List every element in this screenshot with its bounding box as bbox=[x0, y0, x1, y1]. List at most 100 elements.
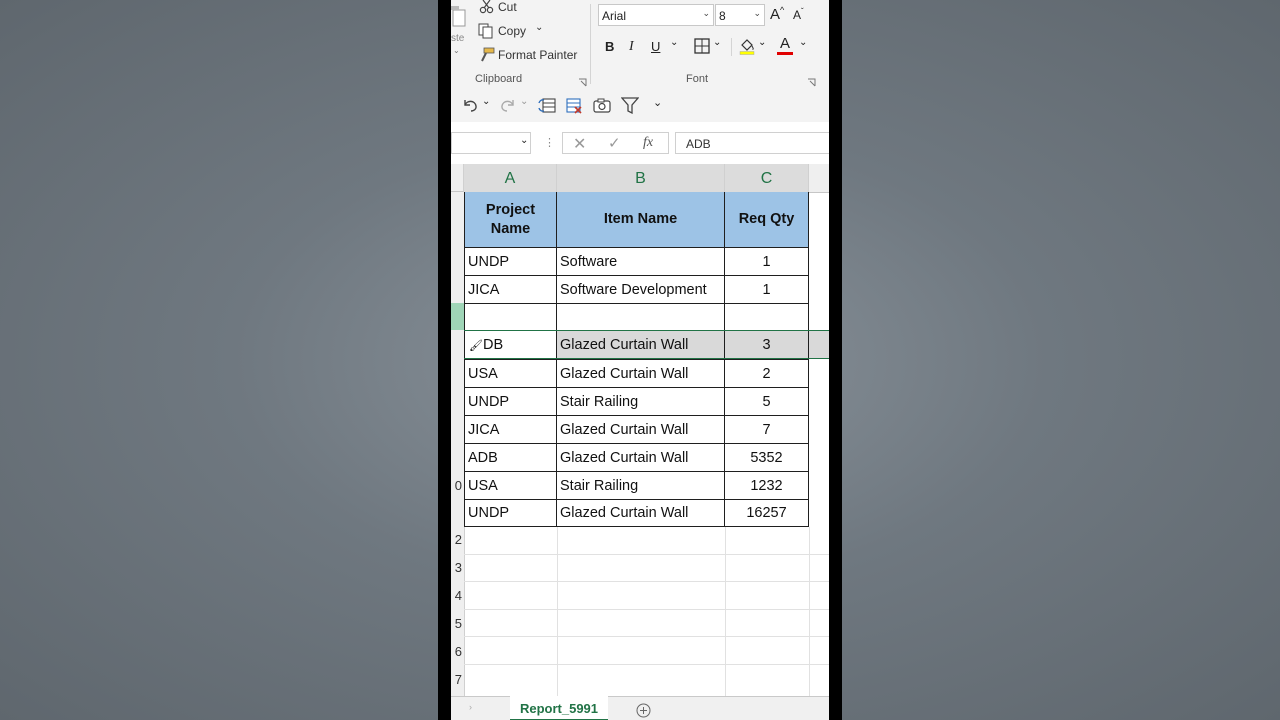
cell-qty[interactable]: 1232 bbox=[725, 472, 809, 500]
cell-project[interactable]: UNDP bbox=[464, 388, 557, 416]
cell-item[interactable] bbox=[557, 304, 725, 331]
cell-qty[interactable]: 7 bbox=[725, 416, 809, 444]
ribbon-separator bbox=[731, 38, 732, 56]
font-color-button[interactable]: A bbox=[777, 36, 793, 55]
font-size-select[interactable]: 8 ⌄ bbox=[715, 4, 765, 26]
row-header-13[interactable]: 3 bbox=[451, 560, 462, 575]
cut-button[interactable]: Cut bbox=[498, 0, 517, 14]
cell-qty[interactable]: 1 bbox=[725, 276, 809, 304]
select-all-corner[interactable] bbox=[451, 164, 464, 192]
row-header-17[interactable]: 7 bbox=[451, 672, 462, 687]
borders-icon[interactable] bbox=[694, 38, 710, 59]
shrink-font-button[interactable]: Aˇ bbox=[793, 7, 804, 22]
table-row-selected: 🖌 DB Glazed Curtain Wall 3 bbox=[464, 330, 829, 360]
cell-item[interactable]: Glazed Curtain Wall bbox=[557, 416, 725, 444]
underline-button[interactable]: U bbox=[651, 39, 660, 54]
empty-row bbox=[464, 637, 829, 665]
formula-input[interactable]: ADB bbox=[675, 132, 829, 154]
cell-project[interactable]: USA bbox=[464, 360, 557, 388]
column-header-b[interactable]: B bbox=[557, 164, 725, 192]
font-color-dropdown-icon[interactable]: ⌄ bbox=[799, 37, 807, 48]
redo-icon[interactable] bbox=[499, 97, 517, 118]
undo-icon[interactable] bbox=[461, 97, 479, 118]
copy-button[interactable]: Copy bbox=[498, 24, 526, 38]
cell-project[interactable]: ADB bbox=[464, 444, 557, 472]
cell-item[interactable]: Software bbox=[557, 248, 725, 276]
excel-window: ste ⌄ Cut Copy ⌄ Format Painter Clipboar… bbox=[451, 0, 829, 720]
cell-qty[interactable]: 3 bbox=[725, 331, 809, 360]
row-header-16[interactable]: 6 bbox=[451, 644, 462, 659]
customize-toolbar-icon[interactable]: ⌄ bbox=[653, 96, 662, 109]
sheet-tab-active[interactable]: Report_5991 bbox=[510, 696, 608, 720]
row-header-14[interactable]: 4 bbox=[451, 588, 462, 603]
cell-qty[interactable] bbox=[725, 304, 809, 331]
cell-item[interactable]: Glazed Curtain Wall bbox=[557, 331, 725, 360]
cell-item[interactable]: Glazed Curtain Wall bbox=[557, 360, 725, 388]
cell-project[interactable]: UNDP bbox=[464, 248, 557, 276]
grow-font-button[interactable]: A^ bbox=[770, 5, 784, 23]
copy-dropdown-icon[interactable]: ⌄ bbox=[535, 22, 543, 33]
insert-function-icon[interactable]: fx bbox=[643, 135, 653, 151]
borders-dropdown-icon[interactable]: ⌄ bbox=[713, 37, 721, 48]
bold-button[interactable]: B bbox=[605, 39, 614, 54]
camera-icon[interactable] bbox=[593, 98, 611, 118]
cell-item[interactable]: Glazed Curtain Wall bbox=[557, 444, 725, 472]
column-header-d[interactable] bbox=[809, 164, 829, 192]
filter-icon[interactable] bbox=[620, 97, 640, 119]
enter-check-icon[interactable]: ✓ bbox=[608, 134, 621, 152]
format-painter-button[interactable]: Format Painter bbox=[498, 48, 577, 62]
empty-row bbox=[464, 665, 829, 696]
fill-color-icon[interactable] bbox=[739, 37, 755, 60]
cell-qty[interactable]: 16257 bbox=[725, 500, 809, 527]
column-header-a[interactable]: A bbox=[464, 164, 557, 192]
cell-project[interactable]: JICA bbox=[464, 276, 557, 304]
cell-item[interactable]: Glazed Curtain Wall bbox=[557, 500, 725, 527]
header-req-qty[interactable]: Req Qty bbox=[725, 192, 809, 248]
header-project-name[interactable]: Project Name bbox=[464, 192, 557, 248]
font-color-icon: A bbox=[779, 35, 790, 52]
name-box[interactable]: ⌄ bbox=[451, 132, 531, 154]
row-header-15[interactable]: 5 bbox=[451, 616, 462, 631]
cell-item[interactable]: Software Development bbox=[557, 276, 725, 304]
italic-button[interactable]: I bbox=[629, 39, 634, 55]
cell-project[interactable]: JICA bbox=[464, 416, 557, 444]
cell-project-active[interactable]: 🖌 DB bbox=[464, 331, 557, 360]
add-sheet-icon[interactable] bbox=[636, 703, 651, 720]
cell-item[interactable]: Stair Railing bbox=[557, 472, 725, 500]
refresh-data-icon[interactable] bbox=[538, 97, 556, 119]
undo-dropdown-icon[interactable]: ⌄ bbox=[482, 96, 490, 107]
table-row: USA Glazed Curtain Wall 2 bbox=[464, 360, 829, 388]
cell-project[interactable]: USA bbox=[464, 472, 557, 500]
empty-row bbox=[464, 582, 829, 610]
redo-dropdown-icon[interactable]: ⌄ bbox=[520, 96, 528, 107]
cell-qty[interactable]: 2 bbox=[725, 360, 809, 388]
scroll-tabs-right-icon[interactable]: › bbox=[469, 702, 472, 712]
paste-label[interactable]: ste bbox=[451, 33, 464, 44]
cell-qty[interactable]: 5352 bbox=[725, 444, 809, 472]
ribbon-separator bbox=[590, 4, 591, 84]
cell-item[interactable]: Stair Railing bbox=[557, 388, 725, 416]
cell-project[interactable]: UNDP bbox=[464, 500, 557, 527]
empty-row bbox=[464, 527, 829, 555]
fill-color-dropdown-icon[interactable]: ⌄ bbox=[758, 37, 766, 48]
header-item-name[interactable]: Item Name bbox=[557, 192, 725, 248]
clear-filter-icon[interactable] bbox=[565, 97, 583, 119]
column-header-c[interactable]: C bbox=[725, 164, 809, 192]
font-name-value: Arial bbox=[602, 9, 627, 23]
row-header-10[interactable]: 0 bbox=[451, 478, 462, 493]
row-header-12[interactable]: 2 bbox=[451, 532, 462, 547]
font-name-select[interactable]: Arial ⌄ bbox=[598, 4, 714, 26]
scissors-icon[interactable] bbox=[479, 0, 495, 19]
table-header-row: Project Name Item Name Req Qty bbox=[464, 192, 829, 248]
cell-qty[interactable]: 1 bbox=[725, 248, 809, 276]
paste-dropdown-icon[interactable]: ⌄ bbox=[453, 46, 460, 55]
copy-icon[interactable] bbox=[478, 23, 494, 44]
underline-dropdown-icon[interactable]: ⌄ bbox=[670, 37, 678, 48]
chevron-down-icon: ⌄ bbox=[520, 135, 529, 146]
paintbrush-icon[interactable] bbox=[479, 47, 495, 68]
row-headers: 0 2 3 4 5 6 7 bbox=[451, 192, 465, 696]
cell-qty[interactable]: 5 bbox=[725, 388, 809, 416]
cancel-icon[interactable]: ✕ bbox=[573, 134, 586, 154]
row-header-selected[interactable] bbox=[451, 303, 464, 330]
cell-project[interactable] bbox=[464, 304, 557, 331]
